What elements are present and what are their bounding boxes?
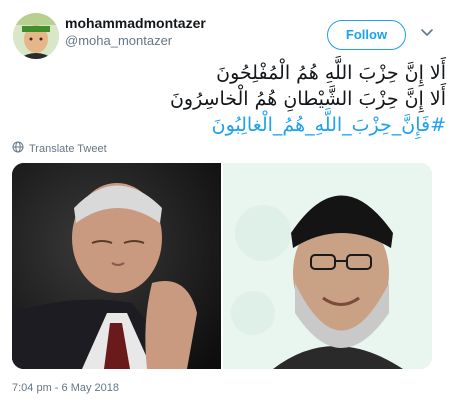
hashtag-link[interactable]: #فَإِنَّ_حِزْبَ_اللَّهِ_هُمُ_الْغالِبُون… [16, 112, 446, 138]
display-name[interactable]: mohammadmontazer [65, 15, 206, 31]
tweet-line-1: أَلا إِنَّ حِزْبَ اللَّهِ هُمُ الْمُفْلِ… [216, 62, 446, 84]
media-image-right[interactable] [223, 163, 432, 369]
follow-button[interactable]: Follow [327, 20, 406, 50]
user-handle[interactable]: @moha_montazer [65, 33, 172, 48]
translate-label: Translate Tweet [29, 142, 107, 155]
chevron-down-icon[interactable] [419, 24, 435, 40]
tweet-line-2: أَلا إِنَّ حِزْبَ الشَّيْطانِ هُمُ الْخا… [169, 88, 446, 110]
translate-tweet-link[interactable]: Translate Tweet [12, 141, 107, 156]
globe-icon [12, 141, 24, 156]
tweet-timestamp[interactable]: 7:04 pm - 6 May 2018 [12, 382, 119, 394]
tweet-text: أَلا إِنَّ حِزْبَ اللَّهِ هُمُ الْمُفْلِ… [16, 60, 446, 138]
avatar[interactable] [13, 13, 59, 59]
tweet-media[interactable] [12, 163, 432, 369]
media-image-left[interactable] [12, 163, 221, 369]
